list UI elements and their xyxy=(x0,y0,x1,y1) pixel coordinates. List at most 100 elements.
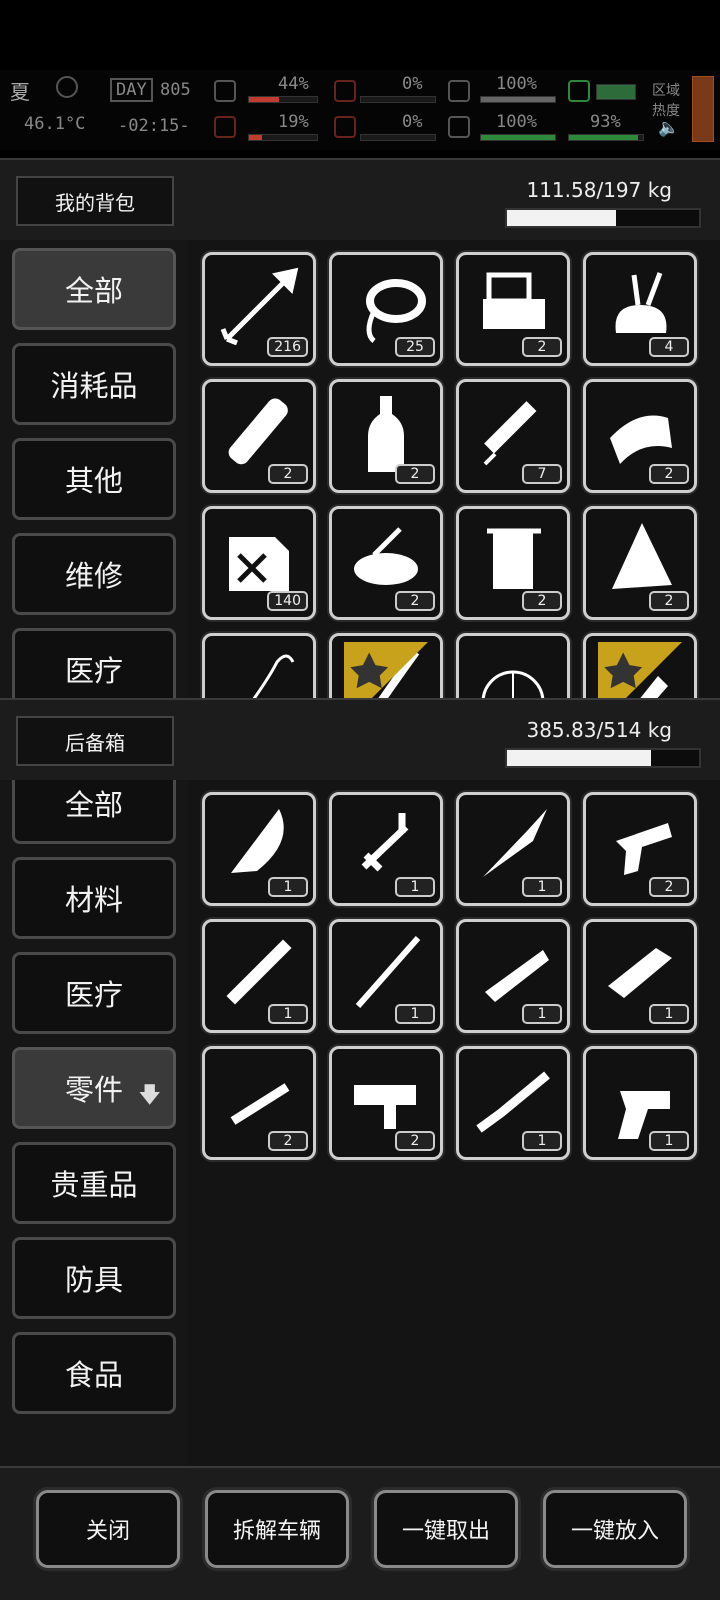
spearhead-icon xyxy=(483,809,547,877)
item-slot[interactable]: 2 xyxy=(329,1046,443,1160)
stamina-value: 100% xyxy=(496,74,537,94)
backpack-categories[interactable]: 全部消耗品其他维修医疗 xyxy=(0,240,188,698)
bottle-icon xyxy=(368,396,404,472)
item-slot[interactable]: 2 xyxy=(583,792,697,906)
storage-items-grid[interactable]: 1 1 1 2 1 1 1 1 2 2 1 1 xyxy=(190,780,720,1466)
blood-bar xyxy=(360,134,436,141)
zone-heat-meter xyxy=(692,76,714,142)
mood-bar xyxy=(480,134,556,141)
storage-list[interactable]: 全部 材料 医疗 零件 🡇 贵重品 防具 食品 1 1 1 2 1 1 1 1 2 2 1 1 xyxy=(0,780,720,1466)
energy-bar xyxy=(568,134,644,141)
hunger-value: 19% xyxy=(278,112,309,132)
item-slot[interactable]: 2 xyxy=(456,506,570,620)
stamina-bar xyxy=(480,96,556,103)
medkit-icon xyxy=(214,80,236,102)
revolver-frame-icon xyxy=(618,1091,670,1139)
category-tab[interactable]: 全部 xyxy=(12,780,176,844)
item-count: 2 xyxy=(649,591,689,611)
item-slot[interactable]: 1 xyxy=(583,1046,697,1160)
backpack-items-grid[interactable]: 216 25 2 4 2 2 7 2 140 2 2 2 xyxy=(190,240,720,698)
item-slot[interactable]: 2 xyxy=(329,379,443,493)
item-count: 1 xyxy=(522,1131,562,1151)
zone-label: 区域 xyxy=(652,83,680,99)
backpack-panel: 我的背包 111.58/197 kg xyxy=(0,158,720,240)
towel-icon xyxy=(487,528,541,589)
toolbox-icon xyxy=(483,272,545,329)
sound-icon[interactable]: 🔈 xyxy=(658,118,679,138)
category-tab[interactable]: 医疗 xyxy=(12,628,176,698)
category-tab[interactable]: 全部 xyxy=(12,248,176,330)
category-tab[interactable]: 食品 xyxy=(12,1332,176,1414)
item-count: 2 xyxy=(649,877,689,897)
item-slot[interactable]: 2 xyxy=(202,379,316,493)
close-button[interactable]: 关闭 xyxy=(36,1490,180,1568)
blood-value: 0% xyxy=(402,112,423,132)
storage-categories[interactable]: 全部材料医疗零件 🡇 贵重品防具食品 xyxy=(0,780,188,1466)
item-count: 1 xyxy=(649,1131,689,1151)
mood-value: 100% xyxy=(496,112,537,132)
category-tab[interactable]: 维修 xyxy=(12,533,176,615)
category-tab[interactable]: 防具 xyxy=(12,1237,176,1319)
item-slot[interactable]: 1 xyxy=(202,792,316,906)
trigger-assembly-icon xyxy=(354,1085,416,1129)
item-slot[interactable]: 2 xyxy=(583,379,697,493)
item-slot[interactable]: 1 xyxy=(329,792,443,906)
moon-icon xyxy=(56,76,78,98)
category-label: 全部 xyxy=(64,788,123,822)
item-slot[interactable]: 2 xyxy=(583,506,697,620)
stomach-status-icon xyxy=(568,80,590,102)
put-all-button[interactable]: 一键放入 xyxy=(543,1490,687,1568)
category-label: 医疗 xyxy=(64,654,123,688)
item-count: 1 xyxy=(395,877,435,897)
food-bar xyxy=(360,96,436,103)
handguard-icon xyxy=(608,948,672,998)
category-tab[interactable]: 材料 xyxy=(12,857,176,939)
syringe-icon xyxy=(483,401,537,466)
item-slot[interactable]: 2 xyxy=(456,252,570,366)
category-label: 消耗品 xyxy=(50,369,138,403)
category-label: 零件 xyxy=(64,1073,123,1107)
item-slot[interactable] xyxy=(456,633,570,698)
torn-cloth-icon xyxy=(612,523,672,589)
day-number: 805 xyxy=(160,80,191,100)
item-count: 2 xyxy=(395,591,435,611)
category-tab[interactable]: 医疗 xyxy=(12,952,176,1034)
category-label: 贵重品 xyxy=(50,1168,138,1202)
item-slot[interactable]: 216 xyxy=(202,252,316,366)
item-slot[interactable]: 2 xyxy=(329,506,443,620)
lungs-icon xyxy=(448,80,470,102)
backpack-title: 我的背包 xyxy=(16,176,174,226)
dismantle-vehicle-button[interactable]: 拆解车辆 xyxy=(205,1490,349,1568)
item-slot[interactable]: 1 xyxy=(329,919,443,1033)
food-bowl-icon xyxy=(354,527,418,585)
storage-weight-bar xyxy=(505,748,701,768)
health-value: 44% xyxy=(278,74,309,94)
category-tab[interactable]: 其他 xyxy=(12,438,176,520)
item-slot[interactable]: 1 xyxy=(456,792,570,906)
item-count: 2 xyxy=(522,337,562,357)
category-tab[interactable]: 零件 🡇 xyxy=(12,1047,176,1129)
item-slot[interactable]: 25 xyxy=(329,252,443,366)
item-slot[interactable]: 4 xyxy=(583,252,697,366)
item-slot[interactable]: 1 xyxy=(456,1046,570,1160)
item-slot[interactable]: 2 xyxy=(202,1046,316,1160)
item-slot[interactable]: 1 xyxy=(583,919,697,1033)
item-slot[interactable]: 7 xyxy=(456,379,570,493)
item-slot[interactable]: 1 xyxy=(456,919,570,1033)
item-slot[interactable]: 1 xyxy=(202,919,316,1033)
backpack-list[interactable]: 全部 消耗品 其他 维修 医疗 216 25 2 4 2 2 7 2 140 2 2 2 xyxy=(0,240,720,698)
category-tab[interactable]: 贵重品 xyxy=(12,1142,176,1224)
category-label: 医疗 xyxy=(64,978,123,1012)
item-slot[interactable]: 140 xyxy=(202,506,316,620)
category-tab[interactable]: 消耗品 xyxy=(12,343,176,425)
item-slot[interactable] xyxy=(202,633,316,698)
item-count: 1 xyxy=(522,1004,562,1024)
item-slot[interactable] xyxy=(329,633,443,698)
take-all-button[interactable]: 一键取出 xyxy=(374,1490,518,1568)
health-bar xyxy=(248,96,318,103)
item-count: 2 xyxy=(522,591,562,611)
storage-panel: 后备箱 385.83/514 kg xyxy=(0,698,720,780)
category-label: 食品 xyxy=(64,1358,123,1392)
item-slot[interactable] xyxy=(583,633,697,698)
star-badge-icon xyxy=(344,642,428,698)
